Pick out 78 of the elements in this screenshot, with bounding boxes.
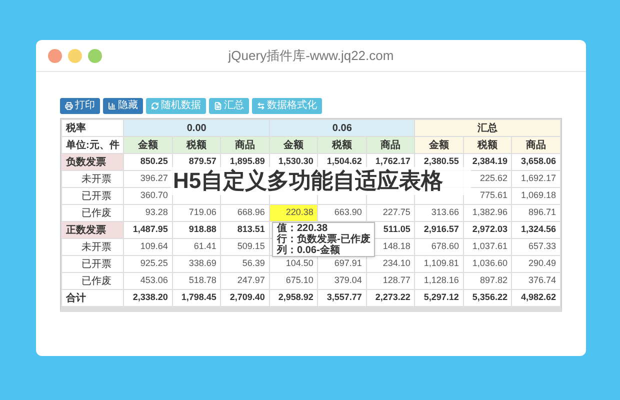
- table-cell[interactable]: 93.28: [124, 204, 172, 222]
- table-cell[interactable]: 1,487.95: [124, 222, 172, 238]
- column-group-header: 汇总: [414, 120, 560, 136]
- row-header: 已开票: [62, 256, 124, 272]
- column-group-header: 0.00: [124, 120, 270, 136]
- column-header: 金额: [269, 136, 318, 154]
- column-group-header: 0.06: [269, 120, 415, 136]
- table-cell[interactable]: 1,037.61: [463, 238, 512, 256]
- table-cell[interactable]: 2,972.03: [463, 222, 512, 238]
- row-header: 已开票: [62, 188, 124, 204]
- table-cell[interactable]: 109.64: [124, 238, 172, 256]
- table-cell[interactable]: 2,709.40: [220, 290, 270, 306]
- column-header: 税额: [463, 136, 512, 154]
- table-cell[interactable]: 509.15: [220, 238, 270, 256]
- tooltip-line: 值：220.38: [277, 223, 329, 234]
- table-cell[interactable]: 227.75: [366, 204, 415, 222]
- table-cell[interactable]: 925.25: [124, 256, 172, 272]
- table-cell[interactable]: 897.82: [463, 272, 512, 290]
- table-cell[interactable]: 5,297.12: [414, 290, 464, 306]
- column-header: 税额: [318, 136, 366, 154]
- window-title: jQuery插件库-www.jq22.com: [228, 46, 394, 65]
- table-cell[interactable]: 896.71: [512, 204, 560, 222]
- table-cell[interactable]: 2,273.22: [366, 290, 415, 306]
- row-header: 未开票: [62, 170, 124, 188]
- table-cell[interactable]: 338.69: [172, 256, 221, 272]
- table-cell[interactable]: 1,036.60: [463, 256, 512, 272]
- table-cell[interactable]: 2,958.92: [269, 290, 318, 306]
- bar-chart-icon: [108, 102, 116, 110]
- column-header: 商品: [366, 136, 415, 154]
- table-cell[interactable]: 376.74: [512, 272, 560, 290]
- table-cell[interactable]: 1,382.96: [463, 204, 512, 222]
- column-header: 金额: [414, 136, 464, 154]
- table-cell[interactable]: 290.49: [512, 256, 560, 272]
- table-cell[interactable]: 453.06: [124, 272, 172, 290]
- column-header: 商品: [512, 136, 560, 154]
- table-cell[interactable]: 813.51: [220, 222, 270, 238]
- arrows-icon: [257, 102, 265, 110]
- table-cell[interactable]: 61.41: [172, 238, 221, 256]
- table-cell[interactable]: 128.77: [366, 272, 415, 290]
- table-cell[interactable]: 247.97: [220, 272, 270, 290]
- table-cell[interactable]: 1,692.17: [512, 170, 560, 188]
- table-cell[interactable]: 56.39: [220, 256, 270, 272]
- table-cell[interactable]: 918.88: [172, 222, 221, 238]
- table-cell[interactable]: 657.33: [512, 238, 560, 256]
- table-cell[interactable]: 668.96: [220, 204, 270, 222]
- row-header: 已作废: [62, 272, 124, 290]
- table-cell[interactable]: 379.04: [318, 272, 366, 290]
- table-cell[interactable]: 1,324.56: [512, 222, 560, 238]
- table-cell[interactable]: 1,798.45: [172, 290, 221, 306]
- table-cell[interactable]: 3,557.77: [318, 290, 366, 306]
- row-header: 合计: [62, 290, 124, 306]
- table-cell[interactable]: 2,338.20: [124, 290, 172, 306]
- table-cell[interactable]: 1,128.16: [414, 272, 464, 290]
- table-cell[interactable]: 1,109.81: [414, 256, 464, 272]
- table-cell[interactable]: 313.66: [414, 204, 464, 222]
- tooltip-line: 列：0.06-金额: [277, 245, 341, 256]
- toolbar-button[interactable]: 打印: [60, 98, 100, 114]
- column-header: 商品: [220, 136, 270, 154]
- table-cell[interactable]: 1,069.18: [512, 188, 560, 204]
- table-cell[interactable]: 4,982.62: [512, 290, 560, 306]
- row-header: 正数发票: [62, 222, 124, 238]
- table-cell[interactable]: 220.38: [269, 204, 318, 222]
- table-cell[interactable]: 518.78: [172, 272, 221, 290]
- table-cell[interactable]: 3,658.06: [512, 154, 560, 170]
- row-header: 负数发票: [62, 154, 124, 170]
- table-cell[interactable]: 719.06: [172, 204, 221, 222]
- column-header: 金额: [124, 136, 172, 154]
- table-cell[interactable]: 675.10: [269, 272, 318, 290]
- table-cell[interactable]: 2,916.57: [414, 222, 464, 238]
- document-icon: [214, 102, 222, 110]
- printer-icon: [65, 102, 73, 110]
- table-cell[interactable]: 5,356.22: [463, 290, 512, 306]
- table-cell[interactable]: 678.60: [414, 238, 464, 256]
- toolbar-button[interactable]: 隐藏: [103, 98, 143, 114]
- table-header: 税率: [62, 120, 124, 136]
- column-header: 税额: [172, 136, 221, 154]
- refresh-icon: [151, 102, 159, 110]
- row-header: 未开票: [62, 238, 124, 256]
